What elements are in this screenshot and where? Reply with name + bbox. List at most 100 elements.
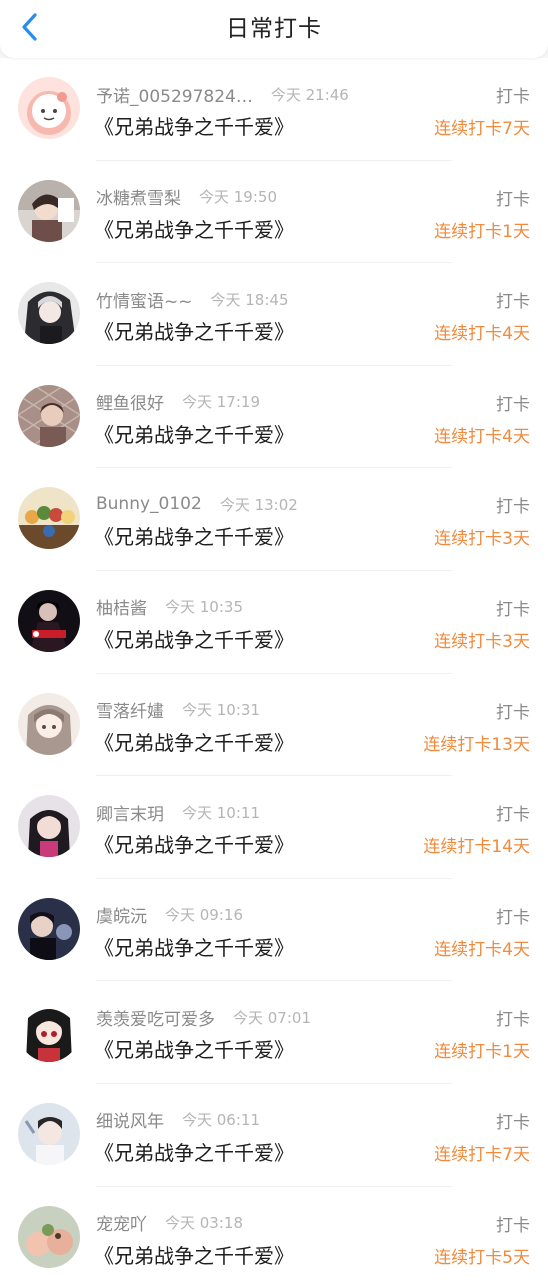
book-title[interactable]: 《兄弟战争之千千爱》 bbox=[94, 1034, 294, 1063]
row-meta: 羡羡爱吃可爱多 今天 07:01 bbox=[96, 1005, 311, 1030]
username[interactable]: 鲤鱼很好 bbox=[96, 389, 164, 414]
checkin-label: 打卡 bbox=[496, 292, 530, 313]
row-meta: 柚桔酱 今天 10:35 bbox=[96, 595, 243, 619]
checkin-row[interactable]: 雪落纤嫿 今天 10:31 《兄弟战争之千千爱》 打卡 连续打卡13天 bbox=[0, 673, 548, 777]
book-title[interactable]: 《兄弟战争之千千爱》 bbox=[94, 316, 294, 345]
book-title[interactable]: 《兄弟战争之千千爱》 bbox=[94, 214, 294, 243]
streak-badge: 连续打卡3天 bbox=[434, 631, 530, 652]
checkin-label: 打卡 bbox=[496, 497, 530, 518]
username[interactable]: 冰糖煮雪梨 bbox=[96, 184, 181, 209]
book-title[interactable]: 《兄弟战争之千千爱》 bbox=[94, 829, 294, 858]
avatar[interactable] bbox=[18, 1000, 80, 1063]
book-title[interactable]: 《兄弟战争之千千爱》 bbox=[94, 1240, 294, 1269]
page-title: 日常打卡 bbox=[226, 16, 322, 42]
checkin-time: 今天 13:02 bbox=[219, 495, 298, 514]
avatar[interactable] bbox=[18, 897, 80, 960]
book-title[interactable]: 《兄弟战争之千千爱》 bbox=[94, 111, 294, 140]
streak-badge: 连续打卡5天 bbox=[434, 1247, 530, 1268]
checkin-row[interactable]: 卿言末玥 今天 10:11 《兄弟战争之千千爱》 打卡 连续打卡14天 bbox=[0, 776, 548, 879]
checkin-time: 今天 10:11 bbox=[182, 803, 260, 822]
checkin-list: 予诺_005297824… 今天 21:46 《兄弟战争之千千爱》 打卡 连续打… bbox=[0, 58, 548, 1280]
checkin-time: 今天 17:19 bbox=[182, 393, 260, 412]
checkin-page: 日常打卡 予诺_005297824… 今天 21:46 《兄弟战争之千千爱》 打… bbox=[0, 0, 548, 1280]
avatar[interactable] bbox=[18, 1205, 80, 1268]
checkin-row[interactable]: 竹情蜜语~~ 今天 18:45 《兄弟战争之千千爱》 打卡 连续打卡4天 bbox=[0, 263, 548, 366]
row-meta: 鲤鱼很好 今天 17:19 bbox=[96, 390, 260, 414]
checkin-label: 打卡 bbox=[496, 1112, 530, 1133]
checkin-label: 打卡 bbox=[496, 805, 530, 826]
checkin-time: 今天 21:46 bbox=[270, 85, 349, 104]
row-meta: 雪落纤嫿 今天 10:31 bbox=[96, 698, 260, 722]
checkin-row[interactable]: 柚桔酱 今天 10:35 《兄弟战争之千千爱》 打卡 连续打卡3天 bbox=[0, 570, 548, 674]
row-meta: Bunny_0102 今天 13:02 bbox=[96, 492, 298, 516]
checkin-label: 打卡 bbox=[496, 599, 530, 620]
username[interactable]: 柚桔酱 bbox=[96, 594, 147, 619]
row-meta: 虞皖沅 今天 09:16 bbox=[96, 903, 243, 927]
streak-badge: 连续打卡4天 bbox=[434, 324, 530, 345]
checkin-time: 今天 19:50 bbox=[199, 188, 277, 207]
book-title[interactable]: 《兄弟战争之千千爱》 bbox=[94, 521, 294, 550]
username[interactable]: 虞皖沅 bbox=[96, 902, 147, 927]
row-meta: 宠宠吖 今天 03:18 bbox=[96, 1211, 243, 1235]
book-title[interactable]: 《兄弟战争之千千爱》 bbox=[94, 624, 294, 653]
book-title[interactable]: 《兄弟战争之千千爱》 bbox=[94, 727, 294, 756]
streak-badge: 连续打卡13天 bbox=[423, 734, 530, 755]
checkin-time: 今天 09:16 bbox=[165, 906, 243, 925]
checkin-time: 今天 10:35 bbox=[165, 598, 243, 617]
avatar[interactable] bbox=[18, 795, 80, 858]
streak-badge: 连续打卡7天 bbox=[434, 119, 530, 139]
username[interactable]: 雪落纤嫿 bbox=[96, 697, 164, 722]
top-bar: 日常打卡 bbox=[0, 0, 548, 58]
username[interactable]: 卿言末玥 bbox=[96, 800, 164, 825]
checkin-label: 打卡 bbox=[496, 1010, 530, 1031]
checkin-row[interactable]: 冰糖煮雪梨 今天 19:50 《兄弟战争之千千爱》 打卡 连续打卡1天 bbox=[0, 160, 548, 264]
avatar[interactable] bbox=[18, 179, 80, 242]
book-title[interactable]: 《兄弟战争之千千爱》 bbox=[94, 419, 294, 448]
checkin-row[interactable]: 细说风年 今天 06:11 《兄弟战争之千千爱》 打卡 连续打卡7天 bbox=[0, 1083, 548, 1187]
checkin-row[interactable]: 予诺_005297824… 今天 21:46 《兄弟战争之千千爱》 打卡 连续打… bbox=[0, 58, 548, 161]
avatar[interactable] bbox=[18, 77, 80, 139]
avatar[interactable] bbox=[18, 384, 80, 447]
checkin-row[interactable]: 宠宠吖 今天 03:18 《兄弟战争之千千爱》 打卡 连续打卡5天 bbox=[0, 1186, 548, 1280]
streak-badge: 连续打卡3天 bbox=[434, 529, 530, 550]
checkin-time: 今天 07:01 bbox=[233, 1008, 311, 1027]
row-meta: 细说风年 今天 06:11 bbox=[96, 1108, 260, 1132]
checkin-row[interactable]: Bunny_0102 今天 13:02 《兄弟战争之千千爱》 打卡 连续打卡3天 bbox=[0, 468, 548, 571]
streak-badge: 连续打卡1天 bbox=[434, 1042, 530, 1063]
checkin-time: 今天 18:45 bbox=[210, 290, 289, 309]
checkin-time: 今天 06:11 bbox=[182, 1111, 260, 1130]
avatar[interactable] bbox=[18, 692, 80, 755]
row-meta: 卿言末玥 今天 10:11 bbox=[96, 800, 260, 825]
streak-badge: 连续打卡4天 bbox=[434, 939, 530, 960]
checkin-row[interactable]: 鲤鱼很好 今天 17:19 《兄弟战争之千千爱》 打卡 连续打卡4天 bbox=[0, 365, 548, 469]
book-title[interactable]: 《兄弟战争之千千爱》 bbox=[94, 932, 294, 961]
streak-badge: 连续打卡7天 bbox=[434, 1144, 530, 1165]
row-meta: 冰糖煮雪梨 今天 19:50 bbox=[96, 185, 277, 209]
checkin-label: 打卡 bbox=[496, 1215, 530, 1236]
checkin-label: 打卡 bbox=[496, 907, 530, 928]
avatar[interactable] bbox=[18, 589, 80, 652]
row-meta: 竹情蜜语~~ 今天 18:45 bbox=[96, 287, 289, 312]
streak-badge: 连续打卡1天 bbox=[434, 221, 530, 242]
username[interactable]: 宠宠吖 bbox=[96, 1210, 147, 1235]
checkin-row[interactable]: 虞皖沅 今天 09:16 《兄弟战争之千千爱》 打卡 连续打卡4天 bbox=[0, 878, 548, 982]
avatar[interactable] bbox=[18, 282, 80, 345]
username[interactable]: Bunny_0102 bbox=[96, 494, 202, 514]
streak-badge: 连续打卡14天 bbox=[423, 837, 530, 858]
checkin-row[interactable]: 羡羡爱吃可爱多 今天 07:01 《兄弟战争之千千爱》 打卡 连续打卡1天 bbox=[0, 981, 548, 1084]
username[interactable]: 细说风年 bbox=[96, 1107, 164, 1132]
username[interactable]: 予诺_005297824… bbox=[96, 82, 253, 107]
checkin-label: 打卡 bbox=[496, 87, 530, 107]
checkin-time: 今天 03:18 bbox=[165, 1214, 243, 1233]
avatar[interactable] bbox=[18, 1102, 80, 1165]
username[interactable]: 竹情蜜语~~ bbox=[96, 287, 193, 312]
checkin-time: 今天 10:31 bbox=[182, 701, 260, 720]
book-title[interactable]: 《兄弟战争之千千爱》 bbox=[94, 1137, 294, 1166]
avatar[interactable] bbox=[18, 487, 80, 550]
checkin-label: 打卡 bbox=[496, 394, 530, 415]
streak-badge: 连续打卡4天 bbox=[434, 426, 530, 447]
row-meta: 予诺_005297824… 今天 21:46 bbox=[96, 82, 349, 107]
checkin-label: 打卡 bbox=[496, 189, 530, 210]
checkin-label: 打卡 bbox=[496, 702, 530, 723]
username[interactable]: 羡羡爱吃可爱多 bbox=[96, 1005, 215, 1030]
